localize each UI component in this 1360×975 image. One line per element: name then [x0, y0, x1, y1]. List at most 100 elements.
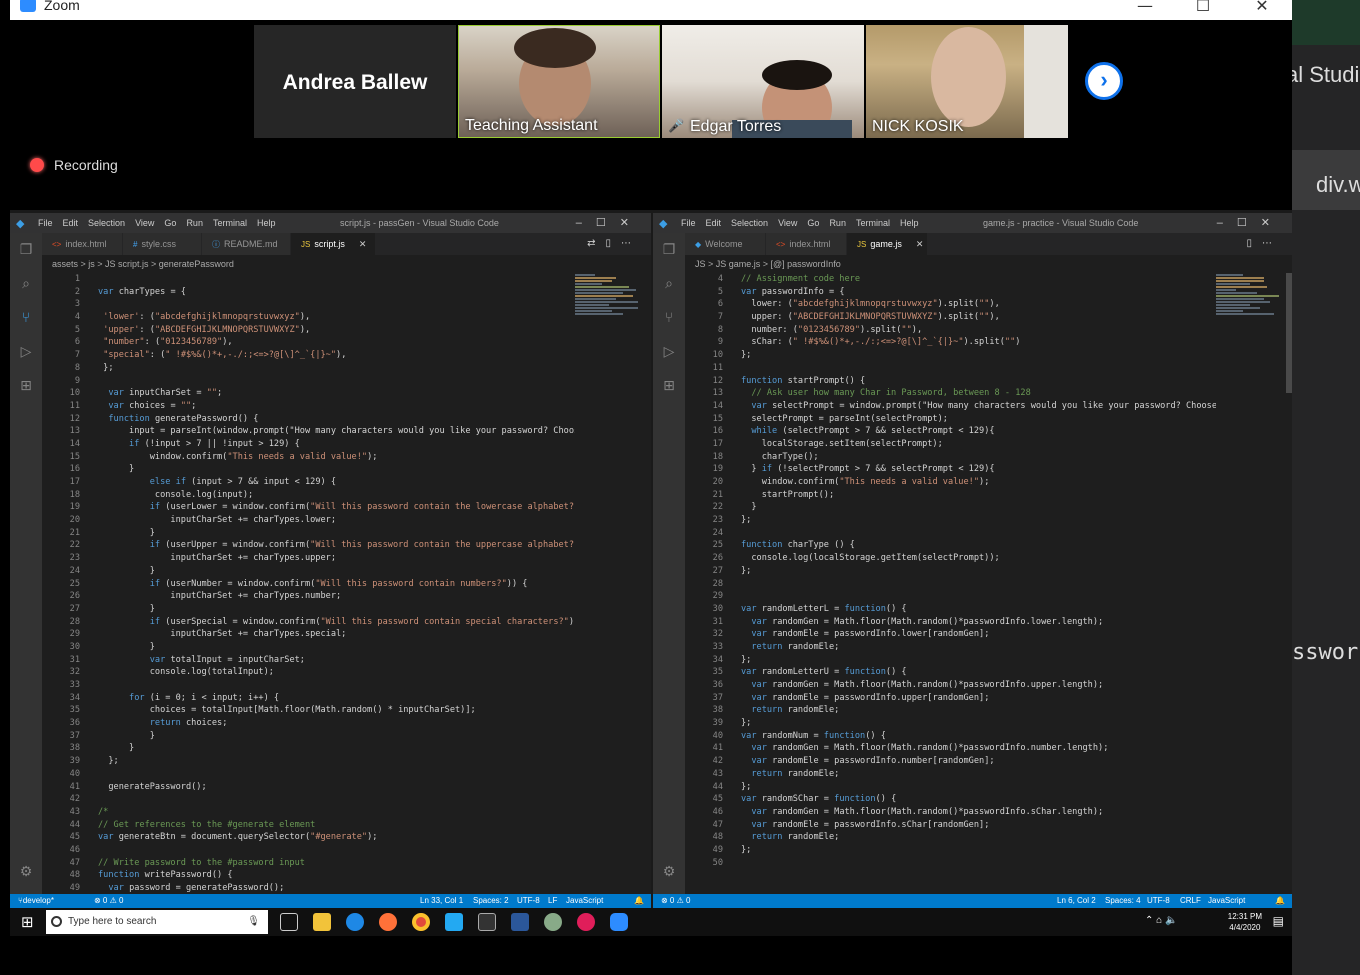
code-line[interactable]: 38 return randomEle; [685, 704, 1216, 717]
code-line[interactable]: 45 var generateBtn = document.querySelect… [42, 831, 575, 844]
menu-item[interactable]: Run [186, 218, 203, 228]
code-line[interactable]: 8 number: ("0123456789").split(""), [685, 324, 1216, 337]
code-line[interactable]: 48 function writePassword() { [42, 869, 575, 882]
menu-item[interactable]: Selection [88, 218, 125, 228]
code-line[interactable]: 20 inputCharSet += charTypes.lower; [42, 514, 575, 527]
recording-indicator[interactable]: Recording [30, 157, 118, 173]
bell-icon[interactable]: 🔔 [634, 894, 644, 908]
code-line[interactable]: 23}; [685, 514, 1216, 527]
code-line[interactable]: 3 [42, 298, 575, 311]
code-line[interactable]: 37 } [42, 730, 575, 743]
code-line[interactable]: 39 }; [42, 755, 575, 768]
code-line[interactable]: 42 var randomEle = passwordInfo.number[r… [685, 755, 1216, 768]
code-line[interactable]: 18 console.log(input); [42, 489, 575, 502]
code-line[interactable]: 50 [685, 857, 1216, 870]
code-line[interactable]: 32 console.log(totalInput); [42, 666, 575, 679]
code-line[interactable]: 22 if (userUpper = window.confirm("Will … [42, 539, 575, 552]
cursor-position[interactable]: Ln 6, Col 2 [1057, 894, 1096, 908]
code-line[interactable]: 29 [685, 590, 1216, 603]
menu-item[interactable]: File [681, 218, 696, 228]
code-line[interactable]: 2 var charTypes = { [42, 286, 575, 299]
code-line[interactable]: 43 /* [42, 806, 575, 819]
code-line[interactable]: 18 charType(); [685, 451, 1216, 464]
code-line[interactable]: 8 }; [42, 362, 575, 375]
code-line[interactable]: 23 inputCharSet += charTypes.upper; [42, 552, 575, 565]
code-line[interactable]: 41 generatePassword(); [42, 781, 575, 794]
code-line[interactable]: 34 for (i = 0; i < input; i++) { [42, 692, 575, 705]
menu-item[interactable]: Go [807, 218, 819, 228]
code-line[interactable]: 15 selectPrompt = parseInt(selectPrompt)… [685, 413, 1216, 426]
code-line[interactable]: 4 'lower': ("abcdefghijklmnopqrstuvwxyz"… [42, 311, 575, 324]
problems-indicator[interactable]: ⊗ 0 ⚠ 0 [661, 894, 690, 908]
end-of-line[interactable]: CRLF [1180, 894, 1201, 908]
menu-item[interactable]: File [38, 218, 53, 228]
code-line[interactable]: 12 function generatePassword() { [42, 413, 575, 426]
tab-style-css[interactable]: # style.css [123, 233, 201, 255]
code-line[interactable]: 19 if (userLower = window.confirm("Will … [42, 501, 575, 514]
participant-tile[interactable]: Andrea Ballew [254, 25, 456, 138]
participant-tile[interactable]: Teaching Assistant [458, 25, 660, 138]
windows-start-icon[interactable]: ⊞ [21, 913, 34, 931]
code-line[interactable]: 5 'upper': ("ABCDEFGHIJKLMNOPQRSTUVWXYZ"… [42, 324, 575, 337]
code-line[interactable]: 49}; [685, 844, 1216, 857]
problems-indicator[interactable]: ⊗ 0 ⚠ 0 [94, 894, 123, 908]
code-line[interactable]: 6 lower: ("abcdefghijklmnopqrstuvwxyz").… [685, 298, 1216, 311]
source-control-icon[interactable]: ⑂ [661, 309, 677, 325]
gear-icon[interactable]: ⚙ [661, 863, 677, 879]
code-line[interactable]: 10 var inputCharSet = ""; [42, 387, 575, 400]
code-line[interactable]: 24 } [42, 565, 575, 578]
code-line[interactable]: 24 [685, 527, 1216, 540]
word-icon[interactable] [511, 913, 529, 931]
editor-actions[interactable]: ▯⋯ [1246, 238, 1282, 249]
code-line[interactable]: 32 var randomEle = passwordInfo.lower[ra… [685, 628, 1216, 641]
code-line[interactable]: 7 "special": (" !#$%&()*+,-./:;<=>?@[\]^… [42, 349, 575, 362]
code-line[interactable]: 39}; [685, 717, 1216, 730]
code-line[interactable]: 47 // Write password to the #password inp… [42, 857, 575, 870]
language-mode[interactable]: JavaScript [1208, 894, 1245, 908]
task-view-icon[interactable] [280, 913, 298, 931]
zoom-taskbar-icon[interactable] [610, 913, 628, 931]
code-line[interactable]: 38 } [42, 742, 575, 755]
system-tray-icons[interactable]: ⌃ ⌂ 🔈 [1145, 915, 1177, 926]
code-line[interactable]: 19 } if (!selectPrompt > 7 && selectProm… [685, 463, 1216, 476]
code-line[interactable]: 45 var randomSChar = function() { [685, 793, 1216, 806]
code-line[interactable]: 40 var randomNum = function() { [685, 730, 1216, 743]
code-line[interactable]: 27 } [42, 603, 575, 616]
code-line[interactable]: 26 inputCharSet += charTypes.number; [42, 590, 575, 603]
code-line[interactable]: 30 } [42, 641, 575, 654]
vertical-scrollbar[interactable] [1286, 273, 1292, 393]
code-line[interactable]: 22 } [685, 501, 1216, 514]
tab-script-js[interactable]: JS script.js ✕ [291, 233, 375, 255]
code-line[interactable]: 21 startPrompt(); [685, 489, 1216, 502]
tab-index-html[interactable]: <> index.html [42, 233, 122, 255]
minimize-button[interactable]: — [1125, 0, 1165, 15]
code-line[interactable]: 1 [42, 273, 575, 286]
explorer-icon[interactable]: ❐ [18, 241, 34, 257]
minimap[interactable] [1216, 273, 1284, 363]
code-line[interactable]: 42 [42, 793, 575, 806]
code-line[interactable]: 28 if (userSpecial = window.confirm("Wil… [42, 616, 575, 629]
close-tab-icon[interactable]: ✕ [916, 239, 924, 249]
code-line[interactable]: 14 var selectPrompt = window.prompt("How… [685, 400, 1216, 413]
code-line[interactable]: 49 var password = generatePassword(); [42, 882, 575, 894]
code-line[interactable]: 5 var passwordInfo = { [685, 286, 1216, 299]
code-line[interactable]: 20 window.confirm("This needs a valid va… [685, 476, 1216, 489]
menu-item[interactable]: Go [164, 218, 176, 228]
taskbar-search-input[interactable]: Type here to search 🎙 [46, 910, 268, 934]
menu-item[interactable]: Edit [63, 218, 79, 228]
code-editor[interactable]: 4 // Assignment code here 5 var passwordInf… [685, 273, 1216, 894]
window-controls[interactable]: –☐✕ [1217, 216, 1284, 229]
tab-welcome[interactable]: ◆ Welcome [685, 233, 765, 255]
code-line[interactable]: 14 if (!input > 7 || !input > 129) { [42, 438, 575, 451]
menu-item[interactable]: Help [257, 218, 276, 228]
code-line[interactable]: 17 localStorage.setItem(selectPrompt); [685, 438, 1216, 451]
code-line[interactable]: 36 return choices; [42, 717, 575, 730]
extensions-icon[interactable]: ⊞ [661, 377, 677, 393]
notification-icon[interactable]: ▤ [1273, 914, 1284, 928]
code-line[interactable]: 44}; [685, 781, 1216, 794]
code-line[interactable]: 46 var randomGen = Math.floor(Math.rando… [685, 806, 1216, 819]
code-line[interactable]: 16 while (selectPrompt > 7 && selectProm… [685, 425, 1216, 438]
app-icon[interactable] [544, 913, 562, 931]
close-button[interactable]: ✕ [1242, 0, 1282, 15]
code-line[interactable]: 21 } [42, 527, 575, 540]
